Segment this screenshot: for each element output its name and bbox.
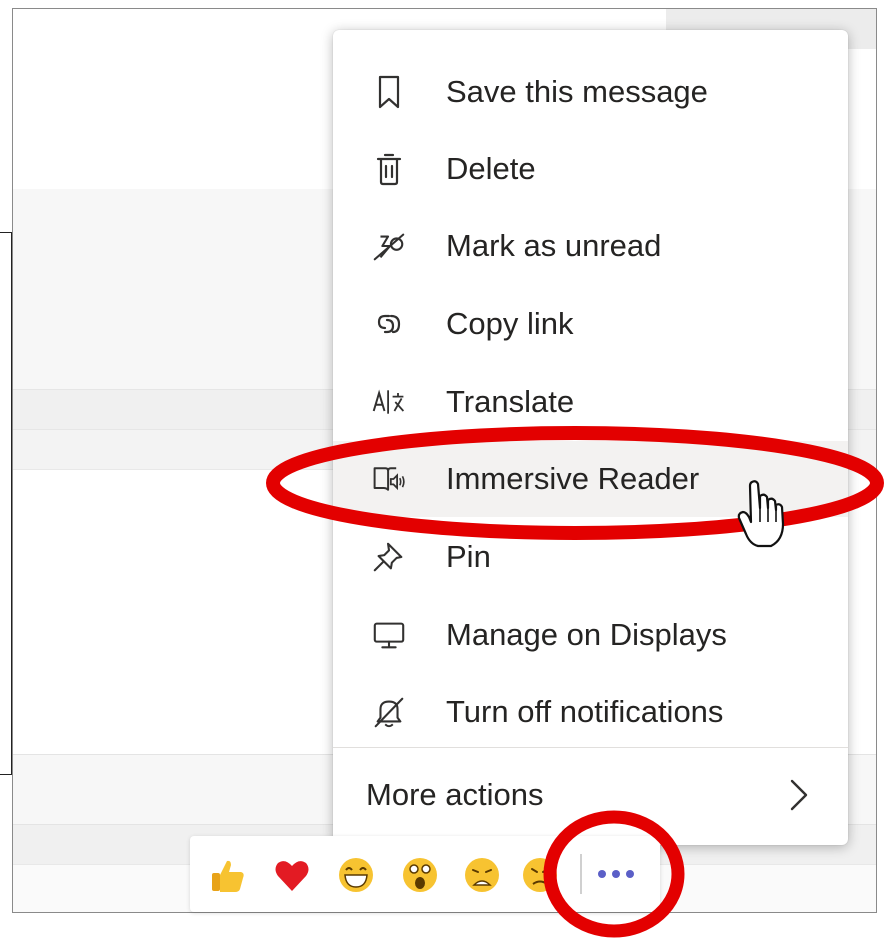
mark-unread-icon (371, 228, 407, 264)
menu-divider (333, 747, 848, 748)
bell-off-icon (371, 694, 407, 730)
bookmark-icon (371, 74, 407, 110)
more-options-icon[interactable] (598, 864, 642, 884)
menu-item-label: Manage on Displays (446, 617, 727, 652)
message-context-menu: Save this message Delete Mark as unread … (333, 30, 848, 845)
menu-item-label: Mark as unread (446, 228, 662, 263)
menu-item-mark-unread[interactable]: Mark as unread (333, 208, 848, 284)
menu-item-manage-displays[interactable]: Manage on Displays (333, 597, 848, 673)
menu-item-translate[interactable]: Translate (333, 364, 848, 440)
menu-item-label: Delete (446, 151, 536, 186)
menu-item-pin[interactable]: Pin (333, 519, 848, 595)
menu-item-copy-link[interactable]: Copy link (333, 286, 848, 362)
reaction-divider (580, 854, 582, 894)
menu-item-label: Turn off notifications (446, 694, 724, 729)
thumbs-up-icon[interactable] (208, 855, 248, 895)
menu-item-more-actions[interactable]: More actions (333, 755, 848, 835)
more-actions-label: More actions (366, 777, 544, 812)
translate-icon (371, 384, 407, 420)
menu-item-label: Immersive Reader (446, 461, 700, 496)
menu-item-delete[interactable]: Delete (333, 131, 848, 207)
menu-item-immersive-reader[interactable]: Immersive Reader (333, 441, 848, 517)
sad-emoji-icon[interactable] (462, 855, 502, 895)
reaction-bar (190, 836, 660, 912)
display-icon (371, 617, 407, 653)
menu-item-label: Translate (446, 384, 575, 419)
trash-icon (371, 151, 407, 187)
link-icon (371, 306, 407, 342)
surprised-emoji-icon[interactable] (400, 855, 440, 895)
immersive-reader-icon (371, 461, 407, 497)
menu-item-label: Pin (446, 539, 491, 574)
chevron-right-icon (778, 775, 818, 815)
menu-item-turn-off-notifications[interactable]: Turn off notifications (333, 674, 848, 750)
menu-item-label: Copy link (446, 306, 574, 341)
menu-item-label: Save this message (446, 74, 708, 109)
heart-icon[interactable] (272, 855, 312, 895)
angry-emoji-icon[interactable] (520, 855, 560, 895)
menu-item-save-message[interactable]: Save this message (333, 54, 848, 130)
pin-icon (371, 539, 407, 575)
laugh-emoji-icon[interactable] (336, 855, 376, 895)
left-panel-edge (0, 232, 12, 775)
